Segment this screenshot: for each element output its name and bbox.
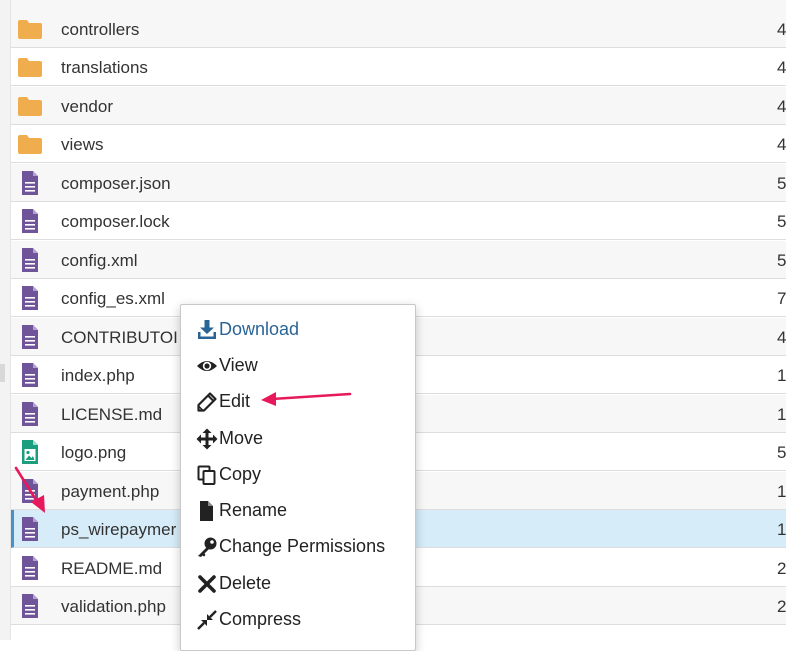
annotation-arrow-to-edit	[261, 392, 352, 406]
annotation-arrow-to-file	[14, 466, 45, 513]
annotation-arrows	[14, 392, 352, 513]
